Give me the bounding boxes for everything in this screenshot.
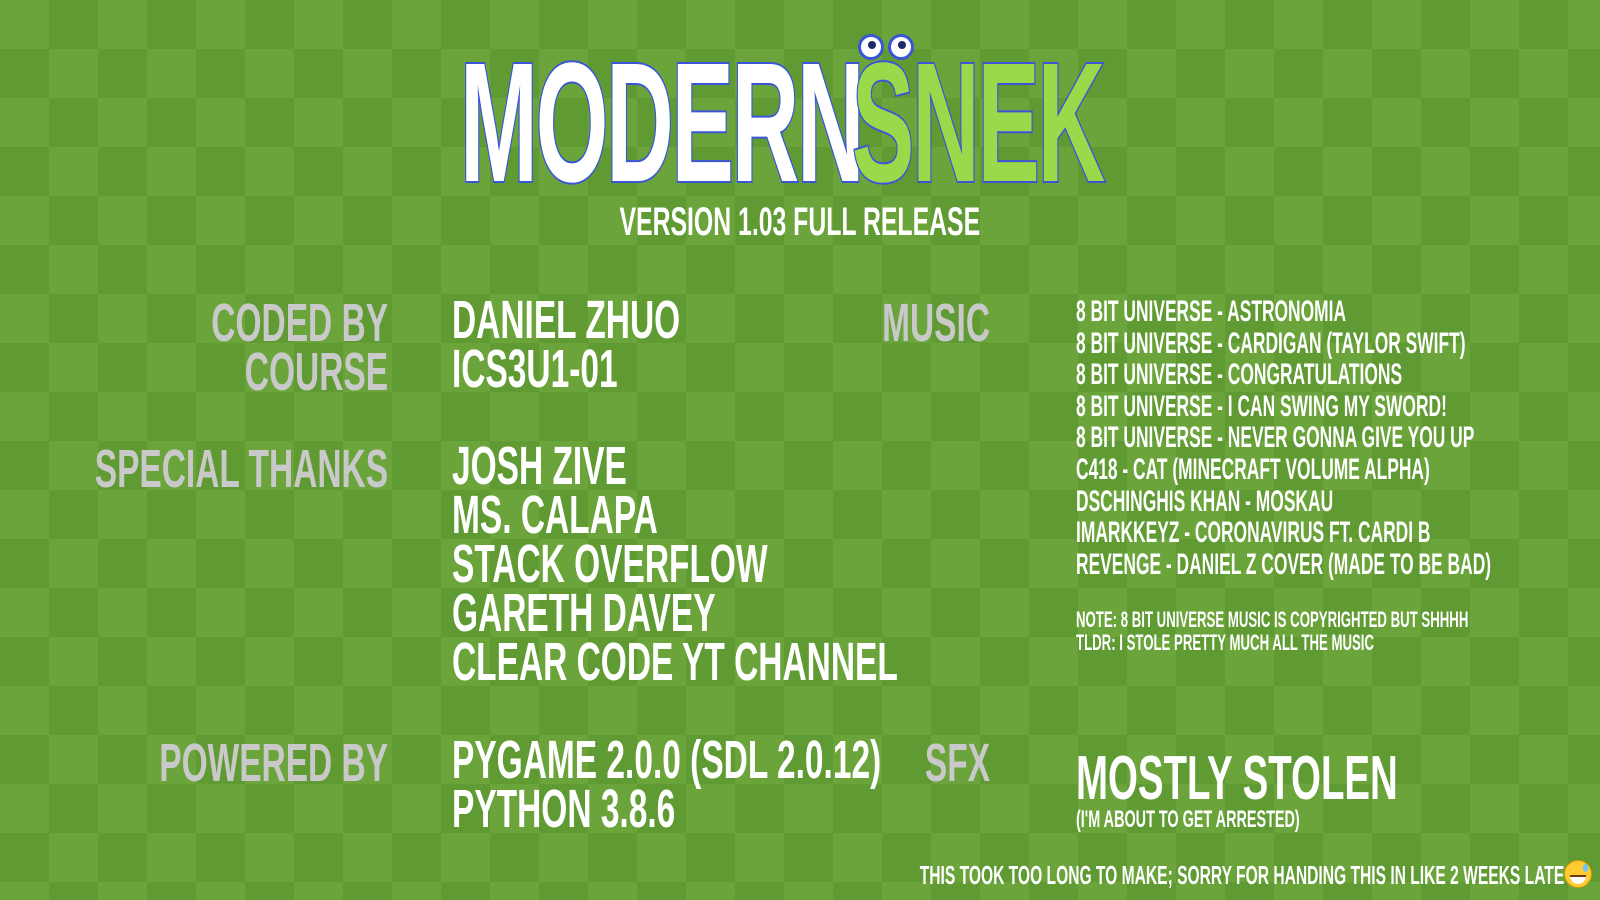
thanks-item: STACK OVERFLOW: [452, 534, 768, 594]
version-text: VERSION 1.03 FULL RELEASE: [619, 200, 981, 244]
thanks-item: JOSH ZIVE: [452, 436, 627, 496]
sfx-value: MOSTLY STOLEN: [1076, 744, 1398, 813]
sfx-subtext: (I'M ABOUT TO GET ARRESTED): [1076, 806, 1300, 833]
powered-item: PYTHON 3.8.6: [452, 779, 676, 839]
powered-by-label: POWERED BY: [159, 733, 388, 793]
music-track: C418 - CAT (MINECRAFT VOLUME ALPHA): [1076, 452, 1430, 486]
music-track: IMARKKEYZ - CORONAVIRUS FT. CARDI B: [1076, 516, 1431, 550]
game-logo: MODERN SNEK: [459, 28, 1140, 218]
thanks-item: MS. CALAPA: [452, 485, 658, 545]
coded-by-value: DANIEL ZHUO: [452, 290, 681, 350]
music-track: 8 BIT UNIVERSE - NEVER GONNA GIVE YOU UP: [1076, 421, 1475, 455]
course-label: COURSE: [244, 342, 388, 402]
music-track: 8 BIT UNIVERSE - I CAN SWING MY SWORD!: [1076, 389, 1447, 423]
music-track: 8 BIT UNIVERSE - CONGRATULATIONS: [1076, 358, 1403, 392]
music-track: REVENGE - DANIEL Z COVER (MADE TO BE BAD…: [1076, 547, 1492, 581]
powered-by-list: PYGAME 2.0.0 (SDL 2.0.12) PYTHON 3.8.6: [452, 730, 1144, 839]
thanks-item: GARETH DAVEY: [452, 583, 716, 643]
logo-word-modern: MODERN: [459, 28, 866, 218]
course-value: ICS3U1-01: [452, 339, 618, 399]
music-note-line: TLDR: I STOLE PRETTY MUCH ALL THE MUSIC: [1076, 630, 1374, 655]
music-track-list: 8 BIT UNIVERSE - ASTRONOMIA 8 BIT UNIVER…: [1076, 296, 1600, 580]
grinning-sweat-emoji-icon: [1564, 860, 1592, 888]
special-thanks-list: JOSH ZIVE MS. CALAPA STACK OVERFLOW GARE…: [452, 436, 1171, 692]
music-track: 8 BIT UNIVERSE - ASTRONOMIA: [1076, 295, 1347, 328]
music-track: 8 BIT UNIVERSE - CARDIGAN (TAYLOR SWIFT): [1076, 326, 1466, 360]
music-note: NOTE: 8 BIT UNIVERSE MUSIC IS COPYRIGHTE…: [1076, 608, 1600, 654]
footer-message: THIS TOOK TOO LONG TO MAKE; SORRY FOR HA…: [919, 860, 1564, 890]
powered-item: PYGAME 2.0.0 (SDL 2.0.12): [452, 730, 882, 790]
special-thanks-label: SPECIAL THANKS: [94, 439, 388, 499]
music-note-line: NOTE: 8 BIT UNIVERSE MUSIC IS COPYRIGHTE…: [1076, 607, 1469, 632]
logo-word-snek: SNEK: [851, 28, 1106, 218]
thanks-item: CLEAR CODE YT CHANNEL: [452, 632, 898, 692]
music-track: DSCHINGHIS KHAN - MOSKAU: [1076, 484, 1334, 518]
sfx-label: SFX: [924, 733, 990, 793]
music-label: MUSIC: [882, 293, 990, 353]
